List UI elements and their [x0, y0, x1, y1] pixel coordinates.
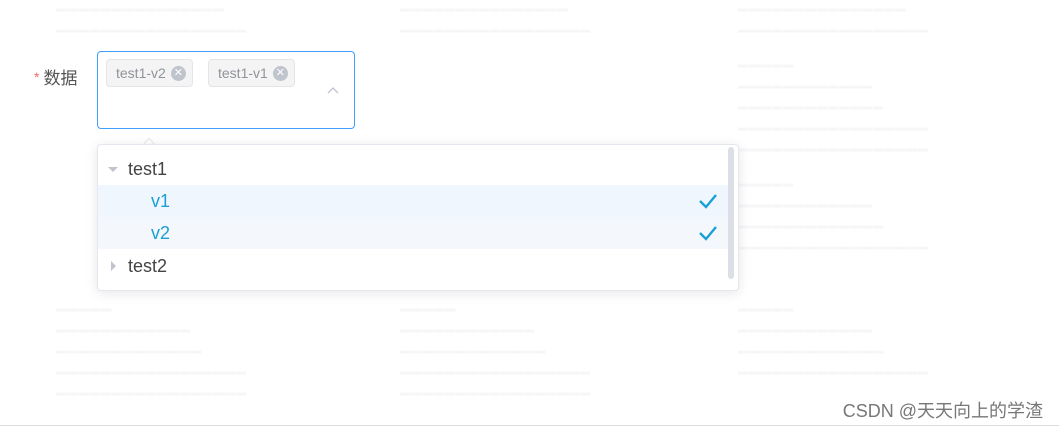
csdn-watermark: CSDN @天天向上的学渣: [842, 401, 1043, 421]
background-text: ━━━━━ ━━━━━━━━━━━━ ━━━━━━━━━━━━━ ━━━━━━━…: [738, 57, 929, 160]
background-text: ━━━━━ ━━━━━━━━━━━━ ━━━━━━━━━━━━━ ━━━━━━━…: [56, 301, 247, 404]
background-text: ━━━━━━━━━━━━━━━ ━━━━━━━━━━━━━━━━━: [400, 1, 591, 41]
tree-node-test1[interactable]: test1: [98, 153, 728, 185]
form-label: * 数据: [34, 64, 77, 89]
chevron-up-icon[interactable]: [327, 84, 339, 96]
selected-tag-label: test1-v1: [218, 65, 268, 81]
tree-node-v2[interactable]: v2: [98, 217, 728, 249]
page: ━━━━━━━━━━━━━━━ ━━━━━━━━━━━━━━━━━ ━━━━━━…: [0, 0, 1059, 426]
background-text: ━━━━━ ━━━━━━━━━━━━ ━━━━━━━━━━━━━ ━━━━━━━…: [738, 301, 929, 383]
background-text: ━━━━━ ━━━━━━━━━━━━ ━━━━━━━━━━━━━ ━━━━━━━…: [400, 301, 591, 404]
caret-right-icon[interactable]: [108, 261, 118, 271]
required-mark: *: [34, 69, 40, 85]
tree-node-test2[interactable]: test2: [98, 250, 728, 282]
tree-dropdown: test1 v1 v2 test2: [97, 144, 739, 291]
tag-close-icon[interactable]: ✕: [272, 66, 288, 81]
background-text: ━━━━━ ━━━━━━━━━━━━ ━━━━━━━━━━━━━ ━━━━━━━…: [738, 176, 929, 258]
tree-node-label: test1: [128, 159, 168, 179]
tree-node-label: v1: [151, 191, 171, 211]
tree-node-v1[interactable]: v1: [98, 185, 728, 217]
selected-tag-label: test1-v2: [116, 65, 166, 81]
check-icon: [699, 194, 717, 209]
background-text: ━━━━━━━━━━━━━━━ ━━━━━━━━━━━━━━━━━: [56, 1, 247, 41]
caret-down-icon[interactable]: [108, 164, 118, 174]
tree-node-label: v2: [151, 223, 171, 243]
tag-close-icon[interactable]: ✕: [170, 66, 186, 81]
check-icon: [699, 226, 717, 241]
form-label-text: 数据: [43, 69, 78, 88]
selected-tag: test1-v2 ✕: [106, 59, 193, 87]
selected-tag: test1-v1 ✕: [208, 59, 295, 87]
background-text: ━━━━━━━━━━━━━━━ ━━━━━━━━━━━━━━━━━: [738, 1, 929, 41]
dropdown-scrollbar[interactable]: [728, 147, 734, 279]
tree-node-label: test2: [128, 256, 168, 276]
tree-select-input[interactable]: test1-v2 ✕ test1-v1 ✕: [97, 51, 355, 129]
